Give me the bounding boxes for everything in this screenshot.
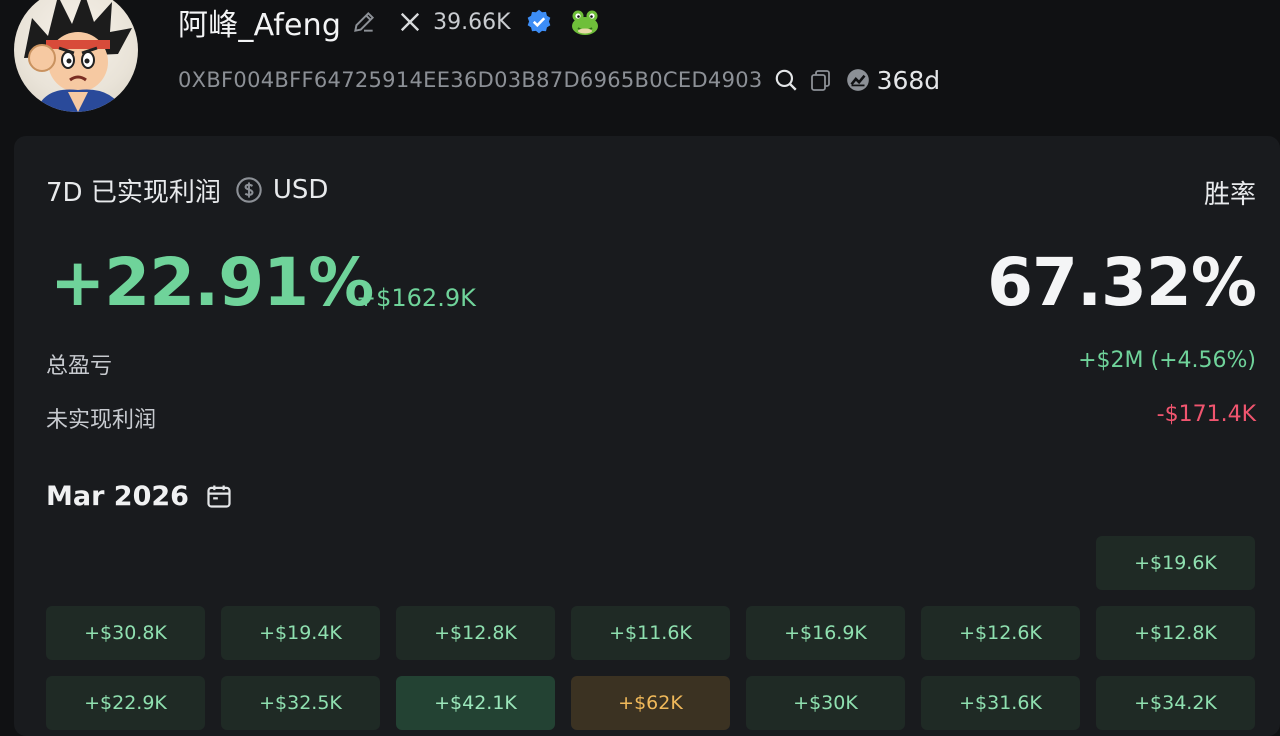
calendar-day-cell[interactable]: +$30.8K — [46, 606, 205, 660]
calendar-day-cell[interactable]: +$34.2K — [1096, 676, 1255, 730]
avatar[interactable] — [14, 0, 138, 112]
address-row: 0XBF004BFF64725914EE36D03B87D6965B0CED49… — [178, 62, 940, 98]
profit-percentage: +22.91% — [50, 244, 374, 321]
verified-badge-icon — [525, 8, 553, 36]
chart-icon[interactable] — [845, 67, 871, 93]
total-pnl-label: 总盈亏 — [46, 354, 113, 379]
calendar-day-cell[interactable]: +$12.6K — [921, 606, 1080, 660]
copy-icon[interactable] — [809, 67, 835, 93]
wallet-address: 0XBF004BFF64725914EE36D03B87D6965B0CED49… — [178, 68, 763, 92]
calendar-day-cell[interactable]: +$11.6K — [571, 606, 730, 660]
calendar-month: Mar 2026 — [46, 480, 189, 512]
search-icon[interactable] — [773, 67, 799, 93]
month-row: Mar 2026 — [46, 476, 235, 516]
avatar-image — [24, 0, 132, 112]
name-row: 阿峰_Afeng 39.66K — [178, 2, 603, 43]
calendar-day-cell[interactable]: +$42.1K — [396, 676, 555, 730]
calendar-day-cell[interactable]: +$22.9K — [46, 676, 205, 730]
profile-header: 阿峰_Afeng 39.66K 0XBF004BFF64725914EE36D0… — [0, 0, 1280, 130]
unrealized-value: -$171.4K — [1156, 402, 1256, 427]
stats-title-row: 7D 已实现利润 USD — [46, 172, 328, 208]
usd-coin-icon[interactable] — [235, 175, 265, 205]
winrate-label: 胜率 — [1203, 180, 1256, 210]
username: 阿峰_Afeng — [178, 8, 342, 43]
calendar-day-cell[interactable]: +$12.8K — [1096, 606, 1255, 660]
calendar-day-cell[interactable]: +$30K — [746, 676, 905, 730]
currency-toggle[interactable]: USD — [273, 175, 329, 205]
total-pnl-value: +$2M (+4.56%) — [1078, 348, 1256, 373]
calendar-day-cell[interactable]: +$32.5K — [221, 676, 380, 730]
follower-count: 39.66K — [433, 9, 511, 35]
x-logo-icon[interactable] — [399, 10, 423, 34]
calendar-day-cell[interactable]: +$62K — [571, 676, 730, 730]
wallet-age: 368d — [876, 65, 941, 95]
profit-amount: +$162.9K — [356, 284, 476, 312]
calendar-icon[interactable] — [205, 481, 235, 511]
unrealized-label: 未实现利润 — [46, 408, 157, 433]
calendar-day-cell[interactable]: +$19.4K — [221, 606, 380, 660]
calendar-day-cell[interactable]: +$12.8K — [396, 606, 555, 660]
calendar-day-cell[interactable]: +$16.9K — [746, 606, 905, 660]
frog-icon — [569, 7, 603, 37]
calendar-day-cell[interactable]: +$31.6K — [921, 676, 1080, 730]
edit-pencil-icon[interactable] — [351, 8, 379, 36]
winrate-value: 67.32% — [987, 244, 1257, 321]
calendar-day-cell[interactable]: +$19.6K — [1096, 536, 1255, 590]
stats-title: 7D 已实现利润 — [46, 177, 221, 208]
stats-card: 7D 已实现利润 USD 胜率 +22.91% +$162.9K 67.32% … — [14, 136, 1280, 736]
